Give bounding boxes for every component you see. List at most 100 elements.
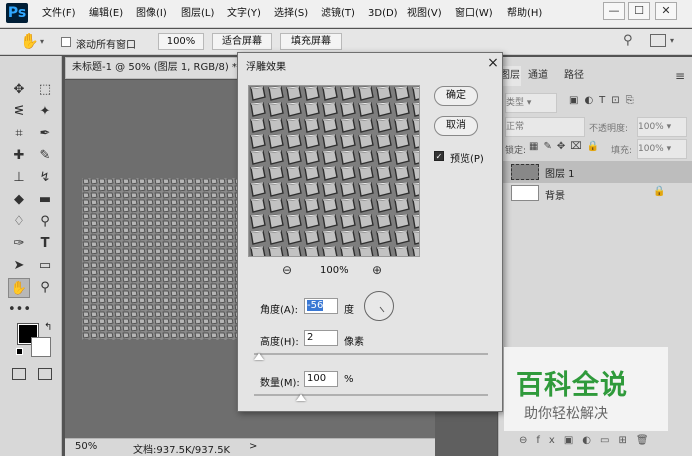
height-slider-thumb[interactable] [253,353,264,360]
angle-dial[interactable] [364,291,394,321]
height-slider-track[interactable] [254,353,488,355]
more-tools-icon[interactable]: ••• [8,300,31,320]
tab-paths[interactable]: 路径 [557,66,591,86]
preview-label: 预览(P) [450,154,484,165]
crop-tool-icon[interactable]: ⌗ [8,124,30,144]
status-zoom[interactable]: 50% [75,441,97,452]
pen-tool-icon[interactable]: ✑ [8,234,30,254]
hand-tool-active-icon[interactable]: ✋ [8,278,30,298]
menu-type[interactable]: 文字(Y) [227,7,261,21]
layer-filter-icons[interactable]: ▣◐T⊡⎘ [569,95,640,106]
cancel-button[interactable]: 取消 [434,116,478,136]
opacity-field[interactable]: 100% ▾ [637,117,687,137]
layer-kind-filter[interactable]: 类型 ▾ [505,93,557,113]
fill-value: 100% [638,144,664,154]
document-tab[interactable]: 未标题-1 @ 50% (图层 1, RGB/8) * [65,57,240,79]
tab-channels[interactable]: 通道 [521,66,555,86]
fill-field[interactable]: 100% ▾ [637,139,687,159]
amount-slider-track[interactable] [254,394,488,396]
watermark: 百科全说 助你轻松解决 [504,347,668,431]
angle-value: -56 [307,300,324,311]
marquee-tool-icon[interactable]: ⬚ [34,80,56,100]
amount-unit: % [344,374,354,385]
menu-image[interactable]: 图像(I) [136,7,167,21]
preview-checkbox[interactable]: ✓ [434,151,444,161]
workspace-chevron-icon[interactable]: ▾ [670,36,674,45]
brush-tool-icon[interactable]: ✎ [34,146,56,166]
gradient-tool-icon[interactable]: ▬ [34,190,56,210]
status-menu-arrow[interactable]: > [249,441,257,452]
blend-mode-select[interactable]: 正常 [505,117,585,137]
search-icon[interactable]: ⚲ [623,33,633,48]
document-canvas[interactable] [82,178,242,340]
panel-menu-icon[interactable]: ≡ [675,69,685,83]
blend-mode-value: 正常 [506,122,525,132]
angle-unit: 度 [344,305,354,316]
menu-edit[interactable]: 编辑(E) [89,7,123,21]
layer-kind-label: 类型 [506,98,525,108]
menu-window[interactable]: 窗口(W) [455,7,493,21]
menu-help[interactable]: 帮助(H) [507,7,542,21]
eyedropper-icon[interactable]: ✒ [34,124,56,144]
menu-select[interactable]: 选择(S) [274,7,308,21]
lock-icons[interactable]: ▦✎✥⌧🔒 [529,141,604,152]
zoom-tool-icon[interactable]: ⚲ [34,278,56,298]
move-tool-icon[interactable]: ✥ [8,80,30,100]
menu-bar: Ps 文件(F) 编辑(E) 图像(I) 图层(L) 文字(Y) 选择(S) 滤… [0,0,692,28]
amount-input[interactable]: 100 [304,371,338,387]
status-doc-info: 文档:937.5K/937.5K [133,445,231,456]
tool-preset-chevron-icon[interactable]: ▾ [40,37,44,46]
amount-label: 数量(M): [260,378,300,389]
zoom-in-icon[interactable]: ⊕ [372,263,382,277]
healing-brush-icon[interactable]: ✚ [8,146,30,166]
layer-row[interactable]: 图层 1 [499,161,692,183]
dialog-title: 浮雕效果 [246,62,286,73]
layer-row[interactable]: 背景 🔒 [499,183,692,205]
ok-button[interactable]: 确定 [434,86,478,106]
fit-screen-button[interactable]: 适合屏幕 [212,33,272,50]
amount-slider-thumb[interactable] [295,394,306,401]
type-tool-icon[interactable]: T [34,234,56,254]
stamp-tool-icon[interactable]: ⊥ [8,168,30,188]
layer-name[interactable]: 图层 1 [545,165,575,180]
hand-tool-icon[interactable]: ✋ [20,32,39,50]
swap-colors-icon[interactable]: ↰ [44,322,52,333]
layer-actions-icons[interactable]: ⊖fx▣◐▭⊞🗑 [519,435,658,446]
amount-value: 100 [307,373,327,384]
scroll-all-windows-label: 滚动所有窗口 [76,40,136,51]
default-colors-icon[interactable] [16,348,23,355]
background-color-swatch[interactable] [31,337,51,357]
layer-name[interactable]: 背景 [545,187,565,202]
magic-wand-icon[interactable]: ✦ [34,102,56,122]
angle-dial-needle [379,306,385,313]
rectangle-tool-icon[interactable]: ▭ [34,256,56,276]
dodge-tool-icon[interactable]: ⚲ [34,212,56,232]
angle-input[interactable]: -56 [304,298,338,314]
menu-view[interactable]: 视图(V) [407,7,442,21]
close-window-button[interactable]: ✕ [655,2,677,20]
height-input[interactable]: 2 [304,330,338,346]
menu-file[interactable]: 文件(F) [42,7,76,21]
scroll-all-windows-checkbox[interactable] [61,37,71,47]
status-bar: 50% 文档:937.5K/937.5K > [65,438,435,456]
layer-thumbnail [511,164,539,180]
fill-screen-button[interactable]: 填充屏幕 [280,33,342,50]
menu-layer[interactable]: 图层(L) [181,7,214,21]
eraser-tool-icon[interactable]: ◆ [8,190,30,210]
dialog-close-icon[interactable]: × [484,54,502,72]
history-brush-icon[interactable]: ↯ [34,168,56,188]
minimize-button[interactable]: — [603,2,625,20]
quick-mask-icon[interactable] [12,368,26,380]
screen-mode-icon[interactable] [38,368,52,380]
zoom-100-button[interactable]: 100% [158,33,204,50]
zoom-out-icon[interactable]: ⊖ [282,263,292,277]
workspace-icon[interactable] [650,34,666,47]
filter-preview[interactable] [248,85,420,257]
blur-tool-icon[interactable]: ♢ [8,212,30,232]
angle-label: 角度(A): [260,305,299,316]
lasso-tool-icon[interactable]: ᓬ [8,102,30,122]
maximize-button[interactable]: ☐ [628,2,650,20]
menu-3d[interactable]: 3D(D) [368,7,398,21]
menu-filter[interactable]: 滤镜(T) [321,7,355,21]
path-select-icon[interactable]: ➤ [8,256,30,276]
